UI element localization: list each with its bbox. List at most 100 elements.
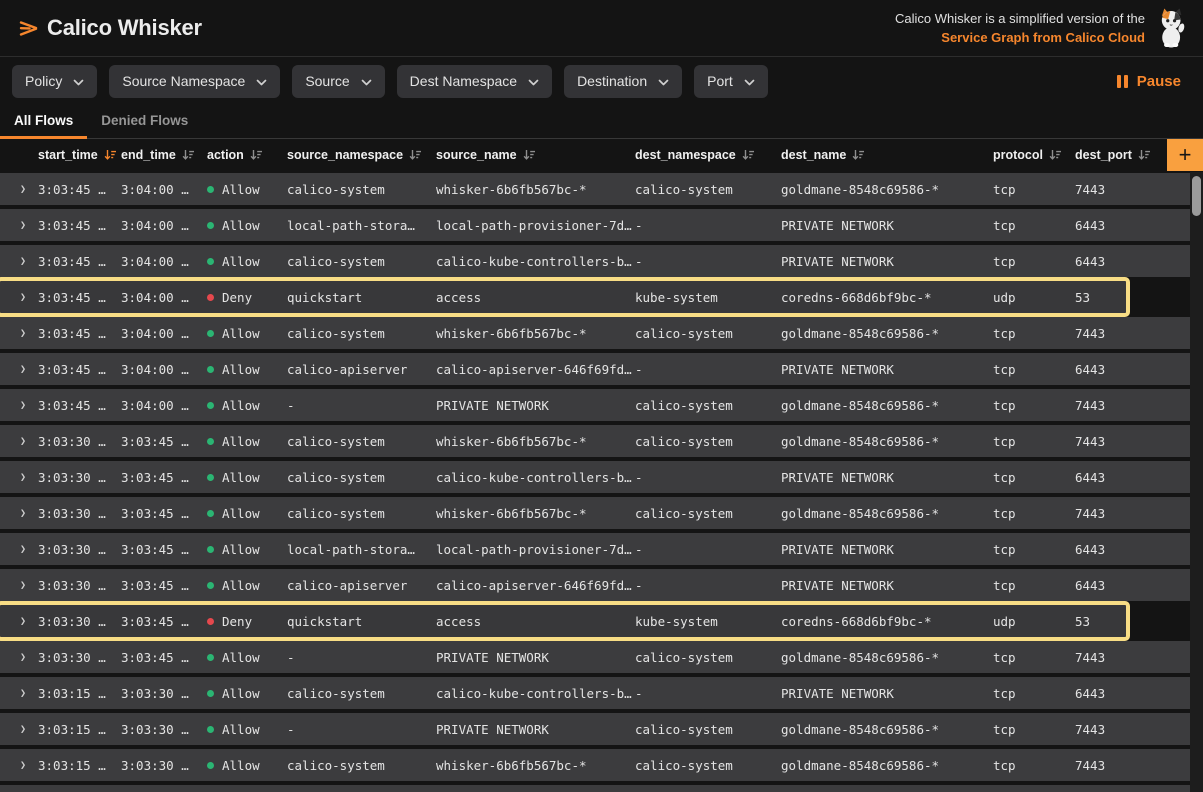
cell-source-name: calico-apiserver-646f69fd… [436, 578, 635, 593]
tab-all-flows[interactable]: All Flows [0, 105, 87, 139]
flow-row[interactable]: ❯ 3:03:30 … 3:03:45 … Deny quickstart ac… [0, 605, 1126, 637]
flow-row[interactable]: ❯ 3:03:15 … 3:03:30 … Allow calico-syste… [0, 677, 1190, 709]
cell-source-name: local-path-provisioner-7d… [436, 218, 635, 233]
flow-row[interactable]: ❯ 3:03:45 … 3:04:00 … Allow calico-apise… [0, 353, 1190, 385]
expand-caret-icon[interactable]: ❯ [0, 508, 38, 519]
filter-dropdown-policy[interactable]: Policy [12, 65, 97, 98]
sort-icon[interactable] [1138, 149, 1151, 161]
table-header: start_time end_time action source_namesp… [0, 139, 1203, 171]
cell-source-name: PRIVATE NETWORK [436, 398, 635, 413]
expand-caret-icon[interactable]: ❯ [0, 760, 38, 771]
expand-caret-icon[interactable]: ❯ [0, 256, 38, 267]
sort-icon[interactable] [250, 149, 263, 161]
cell-dest-name: goldmane-8548c69586-* [781, 182, 993, 197]
flow-row[interactable]: ❯ 3:03:45 … 3:04:00 … Allow calico-syste… [0, 245, 1190, 277]
cell-action: Allow [207, 758, 287, 773]
expand-caret-icon[interactable]: ❯ [0, 652, 38, 663]
flow-row[interactable]: ❯ 3:03:30 … 3:03:45 … Allow calico-syste… [0, 425, 1190, 457]
cell-end-time: 3:03:30 … [121, 686, 207, 701]
filter-dropdown-source-namespace[interactable]: Source Namespace [109, 65, 280, 98]
brand-title: Calico Whisker [47, 15, 202, 41]
tab-bar: All Flows Denied Flows [0, 105, 1203, 139]
flow-row[interactable]: ❯ 3:03:45 … 3:04:00 … Deny quickstart ac… [0, 281, 1126, 313]
expand-caret-icon[interactable]: ❯ [0, 616, 38, 627]
column-header-action[interactable]: action [207, 148, 287, 162]
sort-icon[interactable] [104, 149, 117, 161]
filter-dropdown-dest-namespace[interactable]: Dest Namespace [397, 65, 552, 98]
flow-row[interactable]: ❯ 3:03:15 … 3:03:30 … Allow - PRIVATE NE… [0, 713, 1190, 745]
sort-icon[interactable] [852, 149, 865, 161]
flow-row[interactable]: ❯ 3:03:30 … 3:03:45 … Allow calico-apise… [0, 569, 1190, 601]
sort-icon[interactable] [409, 149, 422, 161]
cell-dest-name: coredns-668d6bf9bc-* [781, 290, 993, 305]
column-header-dest_name[interactable]: dest_name [781, 148, 993, 162]
flow-row[interactable]: ❯ 3:03:45 … 3:04:00 … Allow calico-syste… [0, 317, 1190, 349]
column-header-end_time[interactable]: end_time [121, 148, 207, 162]
cell-action: Deny [207, 290, 287, 305]
column-header-dest_port[interactable]: dest_port [1075, 148, 1167, 162]
cell-dest-namespace: - [635, 218, 781, 233]
cell-end-time: 3:03:30 … [121, 722, 207, 737]
cell-end-time: 3:04:00 … [121, 218, 207, 233]
column-header-start_time[interactable]: start_time [38, 148, 121, 162]
expand-caret-icon[interactable]: ❯ [0, 436, 38, 447]
service-graph-link[interactable]: Service Graph from Calico Cloud [941, 30, 1145, 45]
expand-caret-icon[interactable]: ❯ [0, 328, 38, 339]
expand-caret-icon[interactable]: ❯ [0, 472, 38, 483]
filter-dropdown-port[interactable]: Port [694, 65, 768, 98]
cell-start-time: 3:03:15 … [38, 722, 121, 737]
cell-source-name: whisker-6b6fb567bc-* [436, 182, 635, 197]
vertical-scrollbar[interactable] [1190, 172, 1203, 792]
cell-start-time: 3:03:30 … [38, 614, 121, 629]
cell-dest-namespace: calico-system [635, 650, 781, 665]
flow-row[interactable]: ❯ 3:03:15 … 3:03:30 … Allow calico-apise… [0, 785, 1190, 792]
sort-icon[interactable] [1049, 149, 1062, 161]
expand-caret-icon[interactable]: ❯ [0, 292, 38, 303]
flow-row[interactable]: ❯ 3:03:30 … 3:03:45 … Allow local-path-s… [0, 533, 1190, 565]
cell-dest-port: 7443 [1075, 326, 1190, 341]
flow-row[interactable]: ❯ 3:03:30 … 3:03:45 … Allow calico-syste… [0, 497, 1190, 529]
column-header-source_name[interactable]: source_name [436, 148, 635, 162]
expand-caret-icon[interactable]: ❯ [0, 220, 38, 231]
flow-row[interactable]: ❯ 3:03:15 … 3:03:30 … Allow calico-syste… [0, 749, 1190, 781]
expand-caret-icon[interactable]: ❯ [0, 400, 38, 411]
filter-dropdown-source[interactable]: Source [292, 65, 384, 98]
expand-caret-icon[interactable]: ❯ [0, 724, 38, 735]
expand-caret-icon[interactable]: ❯ [0, 364, 38, 375]
column-header-source_namespace[interactable]: source_namespace [287, 148, 436, 162]
cell-dest-namespace: - [635, 542, 781, 557]
flow-row[interactable]: ❯ 3:03:30 … 3:03:45 … Allow - PRIVATE NE… [0, 641, 1190, 673]
calico-cat-mascot-icon [1155, 7, 1189, 49]
add-column-button[interactable]: + [1167, 139, 1203, 171]
pause-button[interactable]: Pause [1117, 73, 1181, 90]
expand-caret-icon[interactable]: ❯ [0, 544, 38, 555]
filter-dropdown-destination[interactable]: Destination [564, 65, 682, 98]
flow-row[interactable]: ❯ 3:03:45 … 3:04:00 … Allow - PRIVATE NE… [0, 389, 1190, 421]
flow-row[interactable]: ❯ 3:03:45 … 3:04:00 … Allow calico-syste… [0, 173, 1190, 205]
cell-source-name: calico-kube-controllers-b… [436, 470, 635, 485]
cell-end-time: 3:04:00 … [121, 362, 207, 377]
cell-action: Allow [207, 722, 287, 737]
column-header-protocol[interactable]: protocol [993, 148, 1075, 162]
flow-row[interactable]: ❯ 3:03:45 … 3:04:00 … Allow local-path-s… [0, 209, 1190, 241]
flow-row[interactable]: ❯ 3:03:30 … 3:03:45 … Allow calico-syste… [0, 461, 1190, 493]
cell-source-namespace: calico-system [287, 254, 436, 269]
cell-protocol: tcp [993, 542, 1075, 557]
cell-start-time: 3:03:30 … [38, 470, 121, 485]
expand-caret-icon[interactable]: ❯ [0, 580, 38, 591]
cell-end-time: 3:03:45 … [121, 470, 207, 485]
scrollbar-thumb[interactable] [1192, 176, 1201, 216]
expand-caret-icon[interactable]: ❯ [0, 688, 38, 699]
sort-icon[interactable] [742, 149, 755, 161]
cell-dest-port: 53 [1075, 290, 1126, 305]
expand-caret-icon[interactable]: ❯ [0, 184, 38, 195]
column-header-dest_namespace[interactable]: dest_namespace [635, 148, 781, 162]
sort-icon[interactable] [182, 149, 195, 161]
cell-dest-namespace: calico-system [635, 434, 781, 449]
tab-denied-flows[interactable]: Denied Flows [87, 105, 202, 139]
cell-source-namespace: calico-system [287, 326, 436, 341]
cell-source-namespace: - [287, 650, 436, 665]
cell-dest-port: 6443 [1075, 218, 1190, 233]
sort-icon[interactable] [523, 149, 536, 161]
header-right: Calico Whisker is a simplified version o… [895, 7, 1189, 49]
